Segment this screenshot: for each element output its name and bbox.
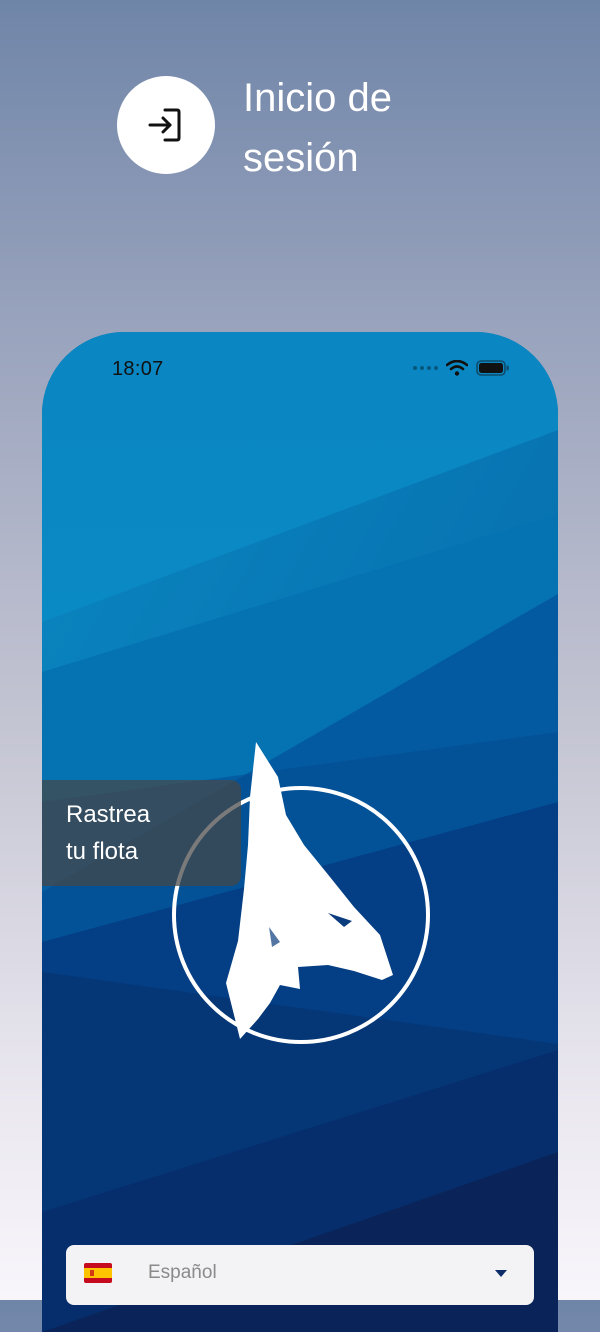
promo-line2: tu flota xyxy=(66,838,139,865)
signal-dots-icon xyxy=(413,366,438,370)
status-time: 18:07 xyxy=(112,358,164,380)
login-icon-badge xyxy=(117,76,215,174)
phone-mockup: 18:07 Rastrea tu flota Español xyxy=(42,332,558,1332)
status-icons xyxy=(413,360,510,376)
battery-icon xyxy=(476,360,509,376)
chevron-down-icon xyxy=(495,1270,507,1277)
header: Inicio de sesión xyxy=(0,0,600,230)
page-title: Inicio de sesión xyxy=(243,68,563,188)
login-icon xyxy=(148,108,181,142)
promo-line1: Rastrea xyxy=(66,801,151,828)
wifi-icon xyxy=(446,360,468,376)
language-select[interactable]: Español xyxy=(66,1245,534,1305)
language-select-value: Español xyxy=(148,1262,217,1283)
page-title-line1: Inicio de xyxy=(243,76,392,120)
promo-banner: Rastrea tu flota xyxy=(42,780,241,886)
page-title-line2: sesión xyxy=(243,136,359,180)
spain-flag-icon xyxy=(84,1263,112,1283)
status-bar: 18:07 xyxy=(42,332,558,408)
